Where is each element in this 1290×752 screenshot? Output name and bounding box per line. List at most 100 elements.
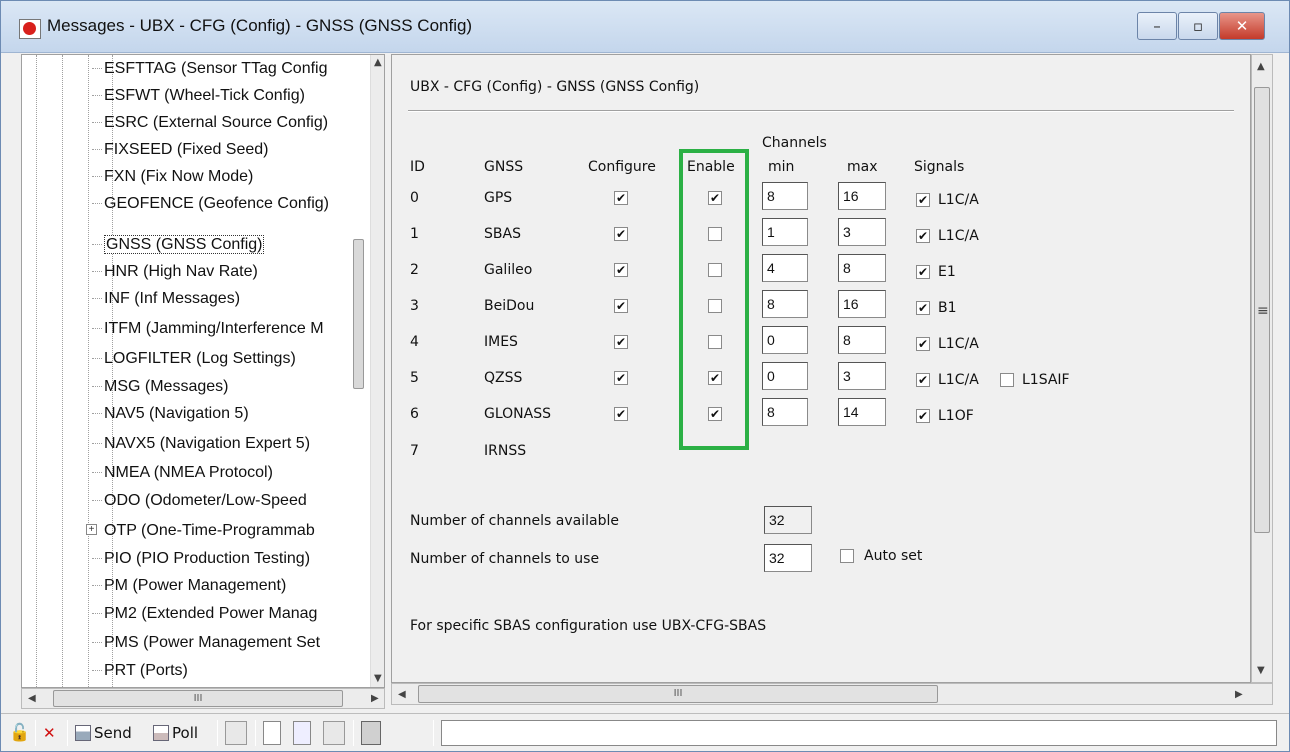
tree-item-fxn[interactable]: FXN (Fix Now Mode) bbox=[92, 163, 253, 190]
min-channels-input[interactable] bbox=[762, 182, 808, 210]
max-channels-input[interactable] bbox=[838, 362, 886, 390]
tree-item-inf[interactable]: INF (Inf Messages) bbox=[92, 285, 240, 312]
tree-item-hnr[interactable]: HNR (High Nav Rate) bbox=[92, 258, 258, 285]
min-channels-input[interactable] bbox=[762, 254, 808, 282]
lock-icon[interactable]: 🔓 bbox=[9, 721, 30, 745]
scroll-left-arrow-icon[interactable]: ◀ bbox=[398, 689, 406, 700]
row-gnss-name: GLONASS bbox=[484, 406, 551, 422]
row-gnss-name: BeiDou bbox=[484, 298, 535, 314]
minimize-button[interactable]: – bbox=[1137, 12, 1177, 40]
signal-checkbox[interactable]: ✔ bbox=[916, 409, 930, 423]
send-button[interactable]: Send bbox=[75, 721, 132, 745]
max-header: max bbox=[847, 159, 878, 175]
tree-item-pms[interactable]: PMS (Power Management Set bbox=[92, 629, 320, 656]
tree-item-nav5[interactable]: NAV5 (Navigation 5) bbox=[92, 400, 249, 427]
tree-vertical-scrollbar[interactable] bbox=[370, 55, 384, 687]
min-channels-input[interactable] bbox=[762, 290, 808, 318]
load-icon[interactable] bbox=[293, 721, 311, 745]
tree-item-esrc[interactable]: ESRC (External Source Config) bbox=[92, 109, 328, 136]
message-tree[interactable]: ESFTTAG (Sensor TTag Config ESFWT (Wheel… bbox=[21, 54, 385, 688]
enable-column-highlight bbox=[679, 149, 749, 450]
tree-item-pio[interactable]: PIO (PIO Production Testing) bbox=[92, 545, 310, 572]
max-channels-input[interactable] bbox=[838, 326, 886, 354]
signal-checkbox[interactable]: ✔ bbox=[916, 265, 930, 279]
scroll-left-arrow-icon[interactable]: ◀ bbox=[28, 693, 36, 704]
signal-label: L1C/A bbox=[938, 192, 979, 208]
expand-icon[interactable]: + bbox=[86, 524, 97, 535]
signal-label: L1OF bbox=[938, 408, 974, 424]
status-field bbox=[441, 720, 1277, 746]
configure-checkbox[interactable]: ✔ bbox=[614, 191, 628, 205]
row-id: 4 bbox=[410, 334, 419, 350]
tree-item-navx5[interactable]: NAVX5 (Navigation Expert 5) bbox=[92, 430, 310, 457]
message-view-icon[interactable] bbox=[361, 721, 381, 745]
autopoll-toggle-icon[interactable] bbox=[225, 721, 247, 745]
tree-item-msg[interactable]: MSG (Messages) bbox=[92, 373, 228, 400]
signal-label: B1 bbox=[938, 300, 957, 316]
configure-checkbox[interactable]: ✔ bbox=[614, 335, 628, 349]
tree-item-fixseed[interactable]: FIXSEED (Fixed Seed) bbox=[92, 136, 269, 163]
toolbar-separator bbox=[353, 720, 354, 746]
signal-checkbox[interactable]: ✔ bbox=[916, 193, 930, 207]
tree-item-gnss[interactable]: GNSS (GNSS Config) bbox=[92, 231, 265, 258]
signal-checkbox[interactable]: ✔ bbox=[916, 229, 930, 243]
tree-item-pm2[interactable]: PM2 (Extended Power Manag bbox=[92, 600, 317, 627]
min-channels-input[interactable] bbox=[762, 362, 808, 390]
tree-guide bbox=[62, 55, 63, 687]
scroll-up-arrow-icon[interactable]: ▲ bbox=[1257, 61, 1265, 72]
max-channels-input[interactable] bbox=[838, 182, 886, 210]
clear-icon[interactable]: ✕ bbox=[43, 721, 56, 745]
signal-label: E1 bbox=[938, 264, 956, 280]
scroll-right-arrow-icon[interactable]: ▶ bbox=[371, 693, 379, 704]
max-channels-input[interactable] bbox=[838, 290, 886, 318]
channels-use-label: Number of channels to use bbox=[410, 551, 600, 567]
tree-item-geofence[interactable]: GEOFENCE (Geofence Config) bbox=[92, 190, 329, 217]
sbas-note: For specific SBAS configuration use UBX-… bbox=[410, 618, 767, 634]
tree-item-odo[interactable]: ODO (Odometer/Low-Speed bbox=[92, 487, 307, 514]
poll-button[interactable]: Poll bbox=[153, 721, 198, 745]
configure-checkbox[interactable]: ✔ bbox=[614, 371, 628, 385]
toolbar-separator bbox=[255, 720, 256, 746]
max-channels-input[interactable] bbox=[838, 398, 886, 426]
toolbar-separator bbox=[217, 720, 218, 746]
tree-scroll-thumb[interactable] bbox=[353, 239, 364, 389]
min-channels-input[interactable] bbox=[762, 398, 808, 426]
messages-window: Messages - UBX - CFG (Config) - GNSS (GN… bbox=[0, 0, 1290, 752]
auto-set-checkbox[interactable] bbox=[840, 549, 854, 563]
configure-checkbox[interactable]: ✔ bbox=[614, 407, 628, 421]
min-channels-input[interactable] bbox=[762, 218, 808, 246]
configure-checkbox[interactable]: ✔ bbox=[614, 299, 628, 313]
scroll-up-arrow-icon[interactable]: ▲ bbox=[374, 57, 382, 68]
signal-2-checkbox[interactable] bbox=[1000, 373, 1014, 387]
tree-item-logfilter[interactable]: LOGFILTER (Log Settings) bbox=[92, 345, 296, 372]
send-label: Send bbox=[94, 724, 132, 742]
copy-icon[interactable] bbox=[263, 721, 281, 745]
tree-item-prt[interactable]: PRT (Ports) bbox=[92, 657, 188, 684]
form-title: UBX - CFG (Config) - GNSS (GNSS Config) bbox=[410, 79, 700, 95]
tree-item-otp[interactable]: + OTP (One-Time-Programmab bbox=[86, 517, 315, 544]
configure-checkbox[interactable]: ✔ bbox=[614, 227, 628, 241]
content-hscroll-thumb[interactable]: III bbox=[418, 685, 938, 703]
tree-item-pm[interactable]: PM (Power Management) bbox=[92, 572, 286, 599]
close-button[interactable]: ✕ bbox=[1219, 12, 1265, 40]
tree-item-nmea[interactable]: NMEA (NMEA Protocol) bbox=[92, 459, 273, 486]
save-toggle-icon[interactable] bbox=[323, 721, 345, 745]
signal-checkbox[interactable]: ✔ bbox=[916, 337, 930, 351]
tree-item-esfttag[interactable]: ESFTTAG (Sensor TTag Config bbox=[92, 55, 327, 82]
max-channels-input[interactable] bbox=[838, 218, 886, 246]
signal-checkbox[interactable]: ✔ bbox=[916, 373, 930, 387]
min-channels-input[interactable] bbox=[762, 326, 808, 354]
channels-use-input[interactable] bbox=[764, 544, 812, 572]
maximize-button[interactable]: ▫ bbox=[1178, 12, 1218, 40]
signal-checkbox[interactable]: ✔ bbox=[916, 301, 930, 315]
tree-hscroll-thumb[interactable]: III bbox=[53, 690, 343, 707]
row-gnss-name: QZSS bbox=[484, 370, 523, 386]
scroll-down-arrow-icon[interactable]: ▼ bbox=[1257, 665, 1265, 676]
max-channels-input[interactable] bbox=[838, 254, 886, 282]
scroll-down-arrow-icon[interactable]: ▼ bbox=[374, 673, 382, 684]
tree-item-itfm[interactable]: ITFM (Jamming/Interference M bbox=[92, 315, 324, 342]
scroll-right-arrow-icon[interactable]: ▶ bbox=[1235, 689, 1243, 700]
tree-item-esfwt[interactable]: ESFWT (Wheel-Tick Config) bbox=[92, 82, 305, 109]
toolbar-separator bbox=[67, 720, 68, 746]
configure-checkbox[interactable]: ✔ bbox=[614, 263, 628, 277]
